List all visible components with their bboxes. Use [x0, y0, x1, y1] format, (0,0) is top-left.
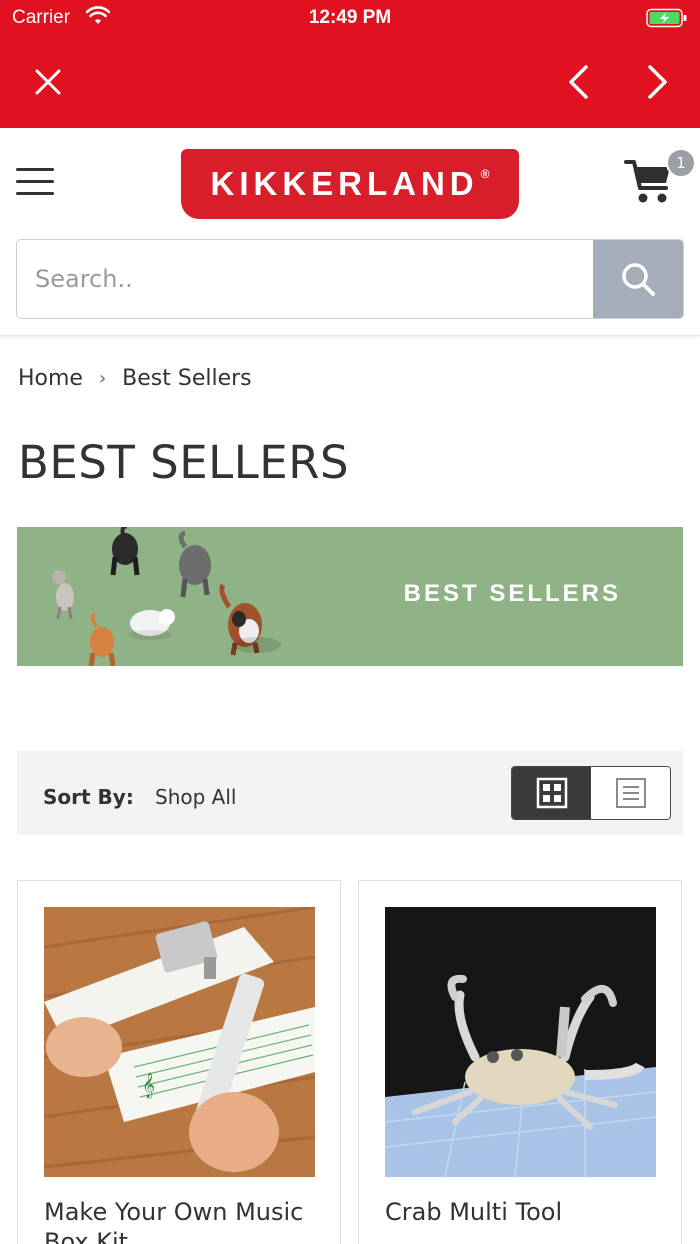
menu-line: [16, 168, 54, 171]
close-icon: [35, 69, 61, 95]
list-view-button[interactable]: [591, 767, 670, 819]
menu-line: [16, 192, 54, 195]
sort-by-label: Sort By:: [43, 785, 134, 809]
product-image: 𝄞: [44, 907, 315, 1177]
sort-by-dropdown[interactable]: Shop All: [155, 785, 236, 809]
store-header: KIKKERLAND ® 1: [0, 128, 700, 336]
product-name[interactable]: Crab Multi Tool: [385, 1197, 657, 1227]
forward-button[interactable]: [634, 58, 682, 106]
banner-text: BEST SELLERS: [403, 580, 621, 607]
hamburger-menu-button[interactable]: [16, 168, 56, 202]
breadcrumb-separator: ›: [98, 368, 107, 389]
logo-text: KIKKERLAND: [210, 165, 479, 202]
best-sellers-banner[interactable]: BEST SELLERS: [17, 527, 683, 666]
breadcrumb-home-link[interactable]: Home: [18, 366, 83, 391]
kikkerland-logo[interactable]: KIKKERLAND ®: [181, 149, 519, 219]
logo-registered-mark: ®: [480, 167, 490, 181]
search-button[interactable]: [593, 240, 683, 318]
list-view-icon: [615, 778, 646, 808]
cat-figurines-image: [52, 527, 281, 666]
breadcrumb: Home › Best Sellers: [18, 366, 252, 391]
sort-bar: Sort By: Shop All: [17, 751, 683, 835]
back-button[interactable]: [554, 58, 602, 106]
chevron-left-icon: [569, 65, 588, 99]
product-card[interactable]: 𝄞 Make Your Own Music Box Kit: [17, 880, 341, 1244]
clock: 12:49 PM: [308, 7, 392, 28]
svg-text:𝄞: 𝄞: [142, 1072, 155, 1098]
product-image: [385, 907, 656, 1177]
menu-line: [16, 180, 54, 183]
grid-view-button[interactable]: [512, 767, 591, 819]
grid-view-icon: [536, 777, 567, 809]
cart-button[interactable]: 1: [624, 148, 696, 212]
browser-top-bar: Carrier 12:49 PM: [0, 0, 700, 128]
search-bar: [16, 239, 684, 319]
search-icon: [622, 263, 655, 296]
battery-icon: [646, 8, 688, 34]
chevron-right-icon: [648, 65, 667, 99]
cart-count-badge: 1: [666, 148, 696, 178]
view-toggle: [511, 766, 671, 820]
status-bar: Carrier 12:49 PM: [0, 0, 700, 36]
search-input[interactable]: [17, 240, 594, 318]
page-title: BEST SELLERS: [18, 436, 350, 489]
close-button[interactable]: [24, 58, 72, 106]
product-name[interactable]: Make Your Own Music Box Kit: [44, 1197, 316, 1244]
product-card[interactable]: Crab Multi Tool: [358, 880, 682, 1244]
breadcrumb-current: Best Sellers: [122, 366, 252, 391]
